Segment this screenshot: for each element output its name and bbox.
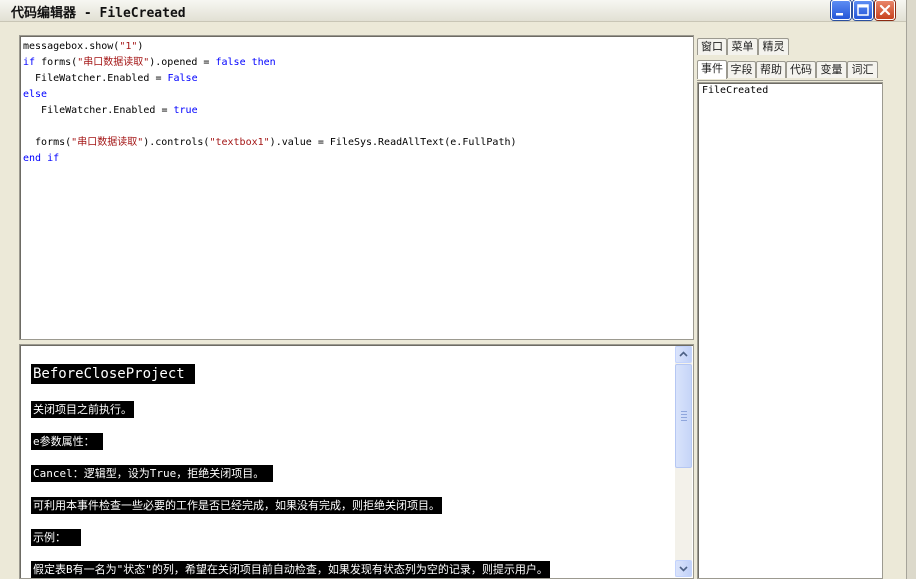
code-line: end if (23, 151, 517, 167)
code-keyword: then (251, 57, 276, 68)
help-paragraph: 示例： (31, 529, 82, 546)
current-event-name: FileCreated (99, 6, 186, 21)
help-scrollbar[interactable] (675, 346, 692, 577)
event-list-item[interactable]: FileCreated (702, 85, 768, 96)
code-editor[interactable]: messagebox.show("1") if forms("串口数据读取").o… (19, 35, 694, 340)
close-button[interactable] (875, 0, 895, 20)
app-name: 代码编辑器 (11, 6, 77, 21)
code-token: ).value = FileSys.ReadAllText(e.FullPath… (269, 137, 517, 148)
tab-events[interactable]: 事件 (697, 60, 727, 79)
maximize-button[interactable] (853, 0, 873, 20)
chevron-up-icon (679, 351, 688, 357)
help-paragraph: e参数属性： (31, 433, 104, 450)
code-keyword: true (173, 105, 198, 116)
code-keyword: else (23, 89, 48, 100)
minimize-icon (836, 13, 843, 16)
code-token: ) (137, 41, 144, 52)
events-list[interactable]: FileCreated (697, 82, 883, 579)
close-icon (879, 4, 891, 16)
minimize-button[interactable] (831, 0, 851, 20)
help-pane[interactable]: BeforeCloseProject 关闭项目之前执行。 e参数属性： Canc… (19, 344, 694, 579)
code-string: "串口数据读取" (71, 137, 144, 148)
tab-wizard[interactable]: 精灵 (758, 38, 789, 55)
code-string: "串口数据读取" (77, 57, 150, 68)
tab-vocabulary[interactable]: 词汇 (847, 61, 878, 78)
help-content: BeforeCloseProject 关闭项目之前执行。 e参数属性： Canc… (31, 363, 671, 578)
code-line: FileWatcher.Enabled = False (23, 71, 517, 87)
tab-help[interactable]: 帮助 (756, 61, 786, 78)
tab-code[interactable]: 代码 (786, 61, 816, 78)
tab-row-bottom: 事件 字段 帮助 代码 变量 词汇 (697, 60, 883, 79)
code-string: "1" (119, 41, 138, 52)
maximize-icon (857, 4, 869, 16)
help-paragraph: 关闭项目之前执行。 (31, 401, 134, 418)
code-keyword: end if (23, 153, 60, 164)
code-token: FileWatcher.Enabled = (23, 105, 174, 116)
tab-menu[interactable]: 菜单 (727, 38, 758, 55)
tab-fields[interactable]: 字段 (727, 61, 756, 78)
scroll-down-button[interactable] (675, 560, 692, 577)
code-text[interactable]: messagebox.show("1") if forms("串口数据读取").o… (23, 39, 517, 167)
code-string: "textbox1" (209, 137, 270, 148)
code-line: FileWatcher.Enabled = true (23, 103, 517, 119)
window-right-edge (906, 0, 916, 579)
code-keyword: False (167, 73, 198, 84)
code-line: else (23, 87, 517, 103)
tab-window[interactable]: 窗口 (697, 38, 727, 55)
help-paragraph: 可利用本事件检查一些必要的工作是否已经完成，如果没有完成，则拒绝关闭项目。 (31, 497, 442, 514)
help-heading: BeforeCloseProject (31, 364, 196, 384)
code-token: ).controls( (143, 137, 210, 148)
code-line: messagebox.show("1") (23, 39, 517, 55)
help-paragraph: Cancel：逻辑型，设为True，拒绝关闭项目。 (31, 465, 273, 482)
code-line: forms("串口数据读取").controls("textbox1").val… (23, 135, 517, 151)
scroll-thumb[interactable] (675, 364, 692, 468)
tab-variables[interactable]: 变量 (816, 61, 847, 78)
window-title: 代码编辑器 - FileCreated (11, 2, 186, 21)
code-token: ).opened = (149, 57, 216, 68)
code-line: if forms("串口数据读取").opened = false then (23, 55, 517, 71)
code-token: forms( (35, 57, 78, 68)
code-token: messagebox.show( (23, 41, 120, 52)
scroll-up-button[interactable] (675, 346, 692, 363)
code-token: FileWatcher.Enabled = (23, 73, 168, 84)
code-token: forms( (23, 137, 72, 148)
chevron-down-icon (679, 566, 688, 572)
code-keyword: false (215, 57, 246, 68)
tab-baseline (697, 80, 883, 81)
help-paragraph: 假定表B有一名为"状态"的列，希望在关闭项目前自动检查，如果发现有状态列为空的记… (31, 561, 550, 578)
code-keyword: if (23, 57, 36, 68)
title-bar: 代码编辑器 - FileCreated (0, 0, 916, 22)
title-separator: - (76, 6, 100, 21)
tab-row-top: 窗口 菜单 精灵 (697, 38, 883, 56)
